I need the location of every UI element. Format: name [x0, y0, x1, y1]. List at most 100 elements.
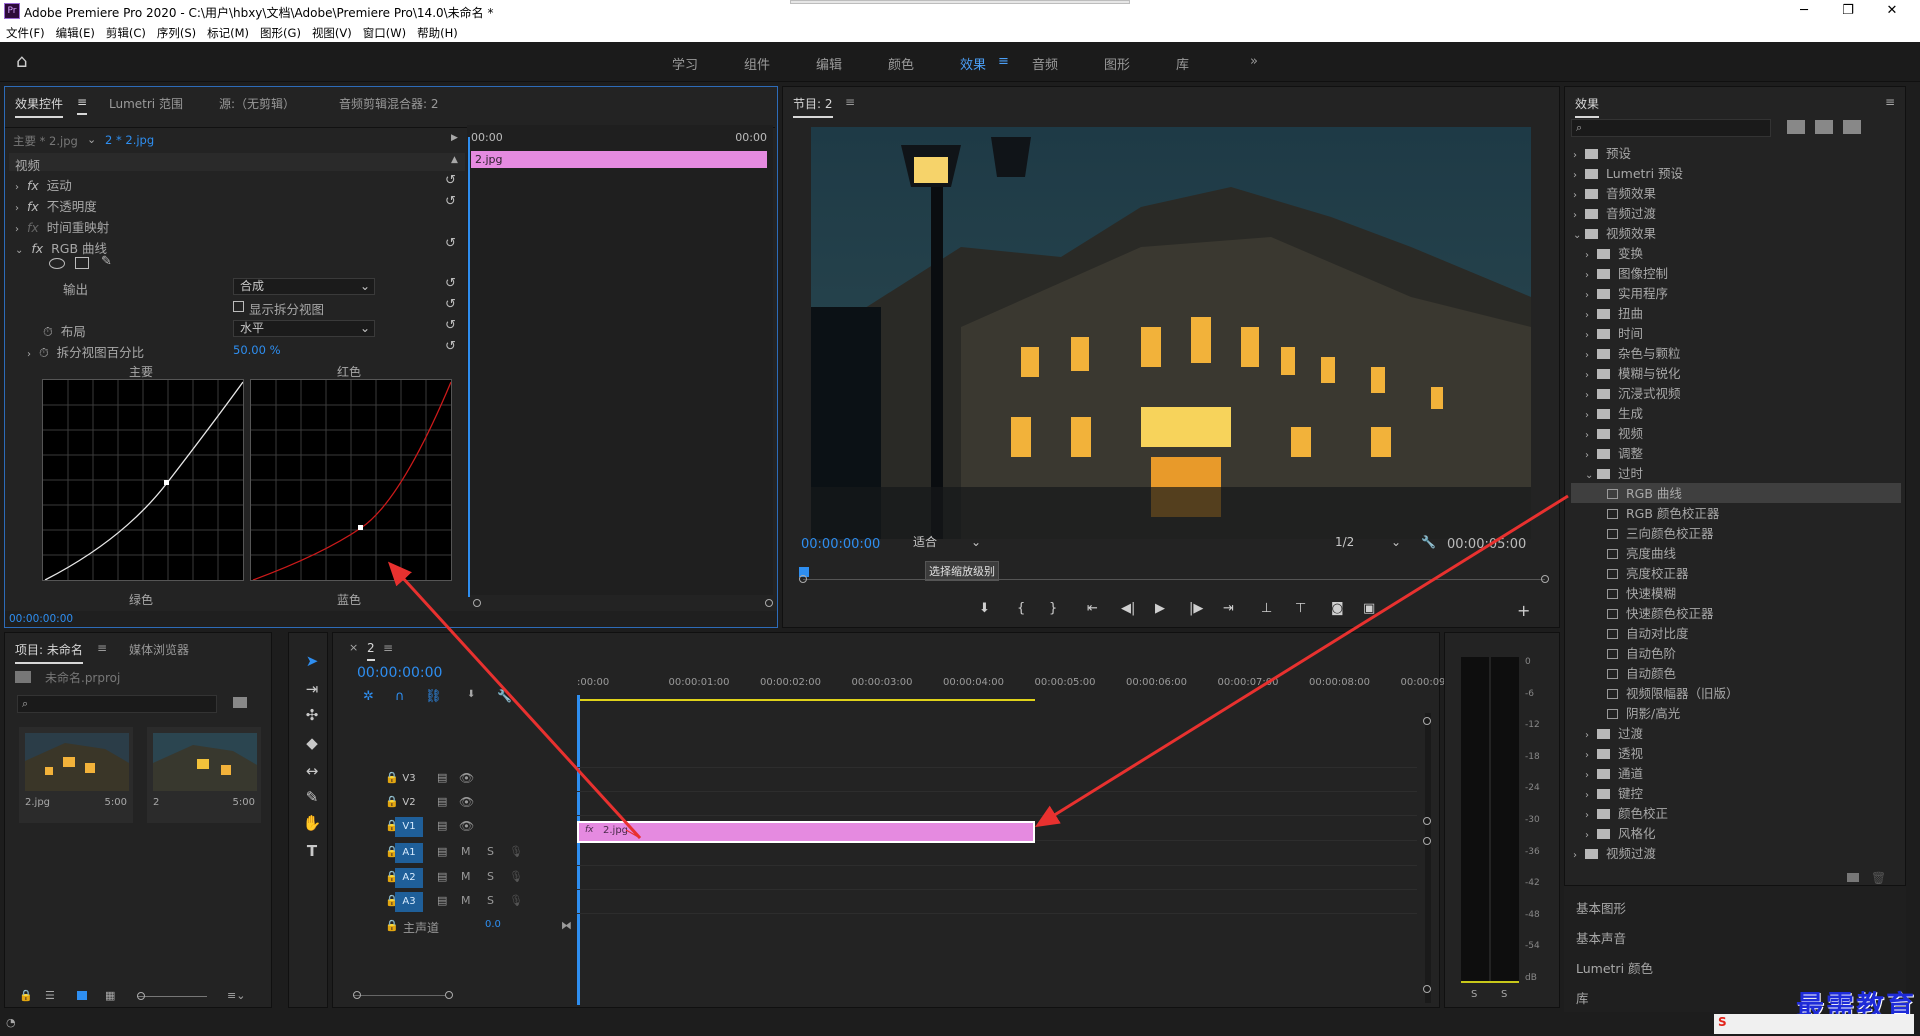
solo-button[interactable]: S	[487, 894, 494, 907]
zoom-slider[interactable]	[137, 996, 207, 997]
tab-source[interactable]: 源:（无剪辑）	[219, 95, 295, 112]
reset-icon[interactable]: ↺	[445, 194, 456, 209]
effect-item[interactable]: 亮度校正器	[1571, 563, 1901, 583]
mute-button[interactable]: M	[461, 870, 471, 883]
chevron-right-icon[interactable]: ›	[1585, 730, 1597, 741]
mute-button[interactable]: M	[461, 894, 471, 907]
pen-mask-icon[interactable]: ✎	[101, 254, 112, 269]
reset-icon[interactable]: ↺	[445, 297, 456, 312]
ec-zoom-bar[interactable]	[473, 599, 773, 607]
go-to-end-icon[interactable]: ⧓	[561, 919, 572, 932]
menu-file[interactable]: 文件(F)	[0, 22, 50, 41]
effects-folder[interactable]: › 预设	[1571, 143, 1901, 163]
chevron-right-icon[interactable]: ›	[1585, 430, 1597, 441]
menu-sequence[interactable]: 序列(S)	[151, 22, 201, 41]
reset-icon[interactable]: ↺	[445, 276, 456, 291]
chevron-right-icon[interactable]: ›	[1585, 250, 1597, 261]
list-view-icon[interactable]: ☰	[45, 989, 55, 1002]
effect-item[interactable]: RGB 颜色校正器	[1571, 503, 1901, 523]
effects-folder[interactable]: › 杂色与颗粒	[1571, 343, 1901, 363]
mark-out-icon[interactable]: }	[1049, 601, 1057, 616]
menu-edit[interactable]: 编辑(E)	[50, 22, 100, 41]
output-select[interactable]: 合成 ⌄	[233, 278, 375, 295]
mic-icon[interactable]: 🎙	[509, 870, 523, 883]
ws-audio[interactable]: 音频	[1032, 54, 1058, 73]
yuv-effects-icon[interactable]	[1843, 120, 1861, 134]
effects-folder[interactable]: › 风格化	[1571, 823, 1901, 843]
lumetri-color-panel[interactable]: Lumetri 颜色	[1576, 958, 1653, 977]
reset-icon[interactable]: ↺	[445, 339, 456, 354]
sogou-icon[interactable]: S	[1718, 1015, 1727, 1029]
eye-icon[interactable]: 👁	[459, 819, 474, 833]
effects-folder[interactable]: › Lumetri 预设	[1571, 163, 1901, 183]
reset-icon[interactable]: ↺	[445, 318, 456, 333]
program-video-frame[interactable]	[811, 127, 1531, 539]
resolution-select[interactable]: 1/2 ⌄	[1329, 535, 1403, 552]
nest-icon[interactable]: ✲	[363, 689, 374, 704]
curve-point[interactable]	[358, 525, 363, 530]
chevron-right-icon[interactable]: ›	[1573, 850, 1585, 861]
chevron-down-icon[interactable]: ⌄	[1585, 470, 1597, 481]
work-area-bar[interactable]	[577, 699, 1035, 701]
ws-assembly[interactable]: 组件	[744, 54, 770, 73]
chevron-right-icon[interactable]: ›	[1573, 150, 1585, 161]
project-item[interactable]: 2.jpg 5:00	[19, 727, 133, 823]
effects-folder[interactable]: › 过渡	[1571, 723, 1901, 743]
chevron-right-icon[interactable]: ›	[1585, 770, 1597, 781]
effects-folder[interactable]: › 视频	[1571, 423, 1901, 443]
red-curve[interactable]	[252, 381, 451, 580]
effects-folder[interactable]: › 透视	[1571, 743, 1901, 763]
chevron-right-icon[interactable]: ›	[1585, 830, 1597, 841]
effects-folder[interactable]: › 调整	[1571, 443, 1901, 463]
play-icon[interactable]: ▶	[1155, 601, 1165, 616]
effects-folder[interactable]: › 时间	[1571, 323, 1901, 343]
camera-icon[interactable]: ◙	[1331, 601, 1344, 616]
ws-effects-menu-icon[interactable]: ≡	[998, 54, 1009, 69]
sync-lock-icon[interactable]: ▤	[437, 870, 447, 883]
solo-button[interactable]: S	[487, 845, 494, 858]
ime-toolbar[interactable]: S	[1714, 1014, 1914, 1034]
split-view-checkbox[interactable]	[233, 301, 244, 312]
timeline-timecode[interactable]: 00:00:00:00	[357, 665, 442, 681]
track-label[interactable]: V1	[395, 817, 423, 837]
project-search-input[interactable]: ⌕	[17, 695, 217, 713]
effects-folder[interactable]: ⌄ 过时	[1571, 463, 1901, 483]
sequence-menu-icon[interactable]: ≡	[383, 641, 393, 655]
eye-icon[interactable]: 👁	[459, 771, 474, 785]
lock-icon[interactable]: 🔒	[385, 919, 399, 932]
track-label[interactable]: V3	[395, 769, 423, 789]
solo-left-button[interactable]: S	[1471, 989, 1477, 1000]
linked-selection-icon[interactable]: ⛓	[425, 689, 442, 704]
effects-menu-icon[interactable]: ≡	[1885, 95, 1895, 109]
solo-right-button[interactable]: S	[1501, 989, 1507, 1000]
tab-sequence[interactable]: 2	[367, 641, 375, 661]
sync-lock-icon[interactable]: ▤	[437, 819, 447, 832]
timeline-vscroll[interactable]	[1425, 713, 1431, 1003]
prop-opacity[interactable]: › fx 不透明度	[15, 196, 97, 216]
effect-item[interactable]: RGB 曲线	[1571, 483, 1901, 503]
effects-folder[interactable]: › 变换	[1571, 243, 1901, 263]
wrench-icon[interactable]: 🔧	[1421, 535, 1436, 549]
ws-learn[interactable]: 学习	[672, 54, 698, 73]
go-to-in-icon[interactable]: ⇤	[1087, 601, 1098, 616]
effects-folder[interactable]: › 图像控制	[1571, 263, 1901, 283]
step-forward-icon[interactable]: |▶	[1189, 601, 1203, 616]
prop-rgb-curves[interactable]: ⌄ fx RGB 曲线	[15, 238, 107, 258]
master-curve-graph[interactable]	[42, 379, 244, 581]
chevron-down-icon[interactable]: ⌄	[1573, 230, 1585, 241]
menu-help[interactable]: 帮助(H)	[411, 22, 463, 41]
layout-select[interactable]: 水平 ⌄	[233, 320, 375, 337]
chevron-right-icon[interactable]: ›	[1585, 370, 1597, 381]
libraries-panel[interactable]: 库	[1576, 988, 1589, 1007]
chevron-right-icon[interactable]: ›	[1585, 750, 1597, 761]
effects-folder[interactable]: › 实用程序	[1571, 283, 1901, 303]
master-clip-label[interactable]: 主要 * 2.jpg	[13, 133, 78, 149]
program-timecode[interactable]: 00:00:00:00	[801, 537, 880, 552]
selection-tool-icon[interactable]: ➤	[302, 652, 322, 672]
effect-item[interactable]: 快速颜色校正器	[1571, 603, 1901, 623]
minimize-button[interactable]: ─	[1784, 2, 1824, 20]
collapse-icon[interactable]: ▲	[451, 155, 458, 165]
ws-libraries[interactable]: 库	[1176, 54, 1189, 73]
master-curve[interactable]	[44, 381, 243, 580]
close-button[interactable]: ✕	[1872, 2, 1912, 20]
